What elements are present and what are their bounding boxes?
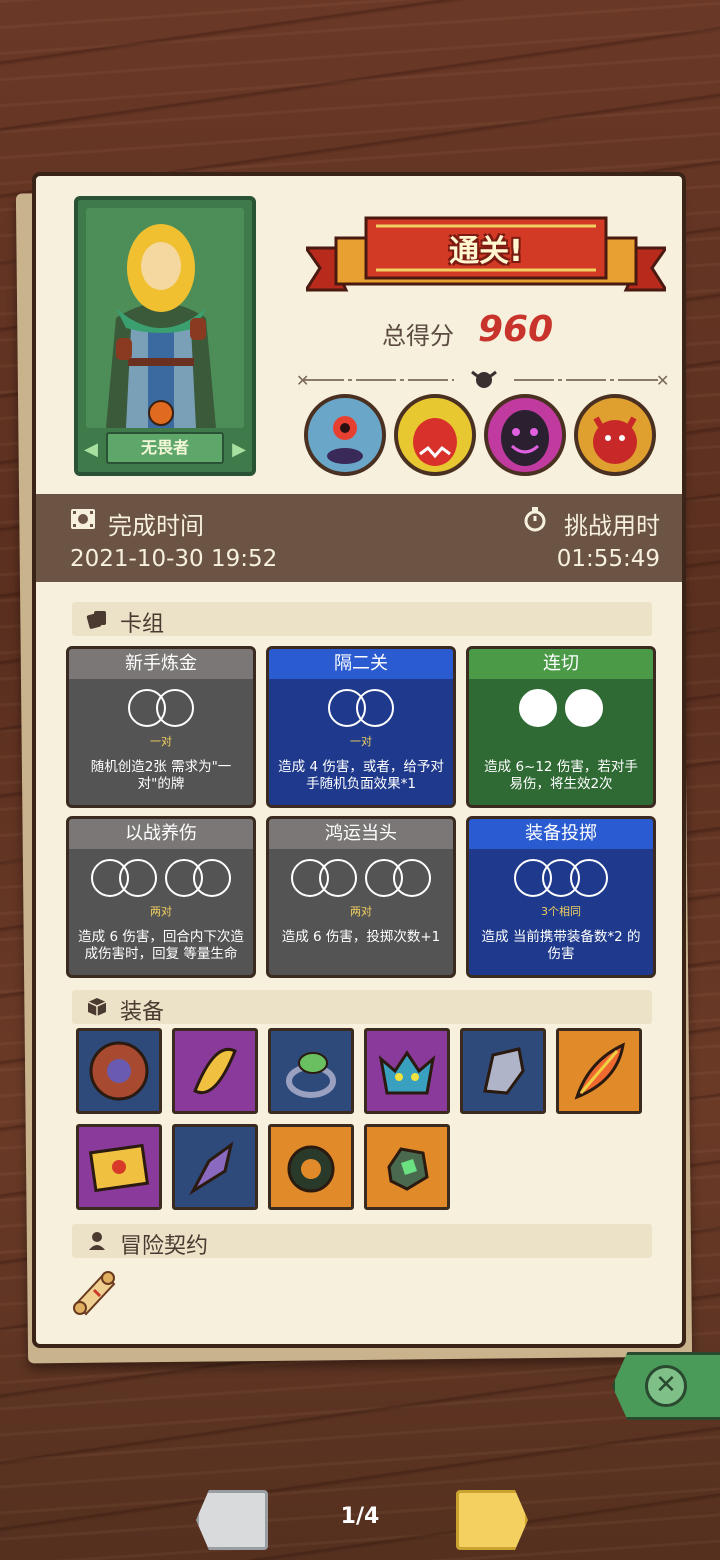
contract-title: 冒险契约: [120, 1234, 209, 1259]
deck-section-header: 卡组: [72, 602, 652, 637]
boss-blue-cyclops-icon: [304, 394, 386, 476]
card-description: 造成 6 伤害，回合内下次造成伤害时，回复 等量生命: [78, 929, 244, 962]
deck-card[interactable]: 连切 造成 6~12 伤害，若对手 易伤，将生效2次: [466, 646, 656, 808]
leaf-ring-icon[interactable]: [268, 1028, 354, 1114]
card-name: 新手炼金: [69, 649, 253, 679]
card-name: 装备投掷: [469, 819, 653, 849]
score-value: 960: [478, 309, 554, 350]
spellbook-icon[interactable]: [76, 1124, 162, 1210]
finish-time-label: 完成时间: [108, 512, 204, 540]
duration-value: 01:55:49: [556, 546, 660, 572]
scroll-charm-icon[interactable]: [172, 1028, 258, 1114]
cards-icon: [86, 611, 106, 629]
deck-card[interactable]: 隔二关 一对 造成 4 伤害，或者，给予对手随机负面效果*1: [266, 646, 456, 808]
card-requirement: 两对: [150, 905, 172, 918]
ornament-divider: ✕ ✕: [296, 370, 669, 390]
crystal-dagger-icon[interactable]: [172, 1124, 258, 1210]
round-shield-icon[interactable]: [76, 1028, 162, 1114]
time-info-band: 完成时间 2021-10-30 19:52 挑战用时 01:55:49: [36, 494, 682, 582]
duration-label: 挑战用时: [564, 512, 660, 540]
victory-banner-text: 通关!: [449, 234, 523, 269]
dice-slots: [69, 859, 253, 903]
card-description: 造成 当前携带装备数*2 的伤害: [481, 929, 641, 962]
deck-title: 卡组: [120, 612, 165, 637]
close-button[interactable]: ✕: [612, 1352, 720, 1420]
green-gem-icon[interactable]: [364, 1124, 450, 1210]
card-name: 鸿运当头: [269, 819, 453, 849]
leaf-slot-icon: [519, 689, 557, 727]
card-description: 造成 6 伤害，投掷次数+1: [281, 929, 441, 945]
deck-card[interactable]: 以战养伤 两对 造成 6 伤害，回合内下次造成伤害时，回复 等量生命: [66, 816, 256, 978]
result-panel: ◀ 无畏者 ▶ 通关! 总得分 960 ✕ ✕ 完成时间 2021-10-30 …: [32, 172, 686, 1348]
card-description: 随机创造2张 需求为"一对"的牌: [90, 759, 232, 792]
hero-name: 无畏者: [106, 432, 224, 464]
serpent-ring-icon[interactable]: [268, 1124, 354, 1210]
boss-red-demon-icon: [394, 394, 476, 476]
person-icon: [89, 1232, 105, 1250]
dice-slots: [269, 859, 453, 903]
page-indicator: 1/4: [340, 1504, 380, 1529]
card-requirement: 两对: [350, 905, 372, 918]
box-icon: [87, 998, 107, 1016]
card-requirement: 3个相同: [541, 905, 581, 918]
card-name: 连切: [469, 649, 653, 679]
victory-banner: 通关!: [303, 208, 669, 308]
deck-card[interactable]: 新手炼金 一对 随机创造2张 需求为"一对"的牌: [66, 646, 256, 808]
phoenix-feather-icon[interactable]: [556, 1028, 642, 1114]
equipment-section-header: 装备: [72, 990, 652, 1025]
dice-slots: [269, 689, 453, 733]
gauntlet-icon[interactable]: [460, 1028, 546, 1114]
card-requirement: 一对: [350, 735, 372, 748]
scroll-contract-icon[interactable]: [68, 1264, 120, 1316]
boss-shadow-beast-icon: [484, 394, 566, 476]
card-name: 以战养伤: [69, 819, 253, 849]
contract-section-header: 冒险契约: [72, 1224, 652, 1259]
leaf-slot-icon: [565, 689, 603, 727]
prev-page-button[interactable]: [196, 1490, 268, 1550]
deck-card[interactable]: 鸿运当头 两对 造成 6 伤害，投掷次数+1: [266, 816, 456, 978]
deck-card[interactable]: 装备投掷 3个相同 造成 当前携带装备数*2 的伤害: [466, 816, 656, 978]
card-description: 造成 4 伤害，或者，给予对手随机负面效果*1: [278, 759, 444, 792]
svg-text:✕: ✕: [296, 371, 309, 390]
dice-slots: [469, 689, 653, 733]
score-label: 总得分: [382, 322, 454, 350]
card-requirement: 一对: [150, 735, 172, 748]
film-icon: [71, 509, 95, 529]
dice-slots: [469, 859, 653, 903]
equipment-title: 装备: [120, 1000, 165, 1025]
next-page-button[interactable]: [456, 1490, 528, 1550]
boss-red-dragon-icon: [574, 394, 656, 476]
close-icon: ✕: [645, 1365, 687, 1407]
stopwatch-icon: [524, 507, 546, 532]
hero-card[interactable]: ◀ 无畏者 ▶: [74, 196, 256, 476]
card-name: 隔二关: [269, 649, 453, 679]
dice-slots: [69, 689, 253, 733]
hero-next-arrow-icon[interactable]: ▶: [232, 438, 246, 462]
card-description: 造成 6~12 伤害，若对手 易伤，将生效2次: [484, 759, 638, 792]
hero-prev-arrow-icon[interactable]: ◀: [84, 438, 98, 462]
hero-portrait: [86, 208, 244, 428]
finish-time-value: 2021-10-30 19:52: [70, 546, 278, 572]
demon-mask-icon[interactable]: [364, 1028, 450, 1114]
svg-text:✕: ✕: [656, 371, 669, 390]
